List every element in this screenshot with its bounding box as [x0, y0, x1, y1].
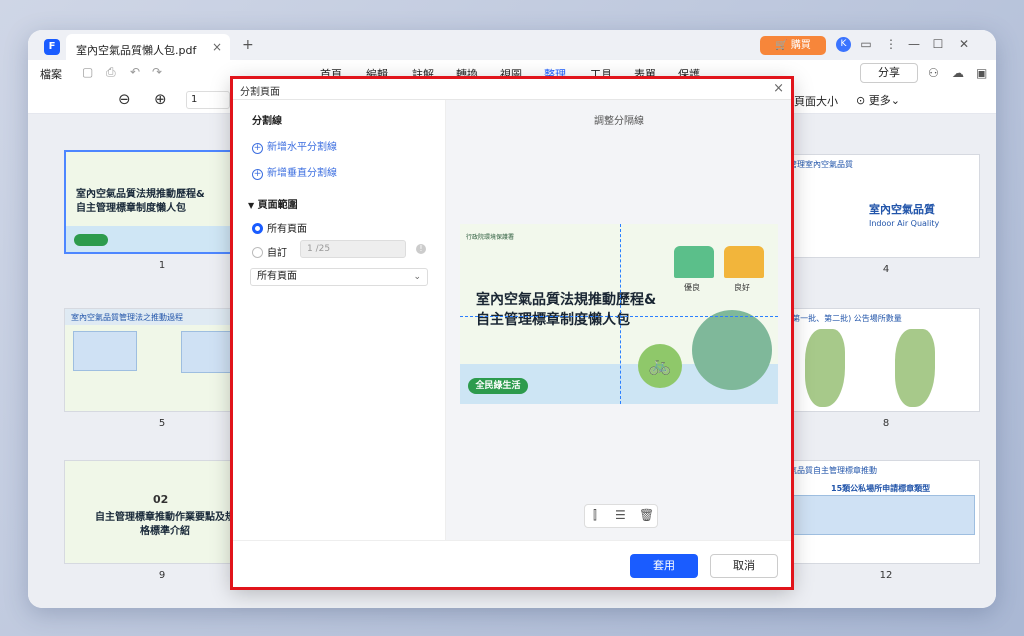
split-line-tools: ⫿ ☰ 🗑 [584, 504, 658, 528]
page-label-8: 8 [882, 418, 890, 429]
thumbnail-title: (第一批、第二批) 公告場所數量 [789, 314, 902, 323]
thumbnail-title: 管理室內空氣品質 [789, 160, 853, 169]
thumbnail-page-12[interactable]: 氣品質自主管理標章推動 15類公私場所申請標章類型 [784, 460, 980, 564]
collapse-icon: ▼ [248, 201, 255, 210]
more-vertical-icon[interactable]: ⋮ [883, 37, 899, 51]
radio-selected-icon [252, 223, 263, 234]
thumbnail-map [895, 329, 935, 407]
page-label-1: 1 [158, 260, 166, 271]
dialog-header: 分割頁面 × [232, 78, 792, 100]
page-label-9: 9 [158, 570, 166, 581]
page-label-4: 4 [882, 264, 890, 275]
thumbnail-subtitle-en: Indoor Air Quality [869, 219, 940, 228]
dialog-title: 分割頁面 [240, 87, 280, 98]
radio-all-pages[interactable]: 所有頁面 [252, 220, 307, 235]
house-label-1: 優良 [684, 283, 700, 292]
preview-org: 行政院環境保護署 [466, 234, 515, 241]
thumbnail-tag [74, 234, 108, 246]
page-size-button[interactable]: 頁面大小 [794, 93, 838, 109]
thumbnail-page-5[interactable]: 室內空氣品質管理法之推動過程 [64, 308, 260, 412]
house-label-2: 良好 [734, 283, 750, 292]
redo-icon[interactable]: ↷ [152, 65, 162, 79]
buy-button[interactable]: 🛒 購買 [760, 36, 826, 55]
maximize-icon[interactable]: ☐ [930, 37, 946, 51]
vertical-split-icon[interactable]: ⫿ [593, 508, 597, 523]
message-icon[interactable]: ▭ [858, 37, 874, 51]
add-vertical-line-button[interactable]: + 新增垂直分割線 [252, 164, 337, 180]
print-icon[interactable]: ⎙ [106, 65, 116, 80]
apply-button[interactable]: 套用 [630, 554, 698, 578]
info-icon: ! [416, 244, 426, 254]
cloud-upload-icon[interactable]: ☁ [952, 66, 964, 80]
more-icon: ⊙ [856, 94, 866, 107]
panel-icon[interactable]: ▣ [976, 66, 987, 80]
custom-range-input[interactable]: 1 /25 [300, 240, 406, 258]
thumbnail-title: 室內空氣品質管理法之推動過程 [71, 313, 183, 322]
page-label-12: 12 [879, 570, 893, 581]
delete-icon[interactable]: 🗑 [639, 508, 654, 522]
vertical-split-line[interactable] [620, 224, 621, 404]
bicycle-icon: 🚲 [638, 344, 682, 388]
split-lines-title: 分割線 [252, 116, 282, 127]
preview-title: 室內空氣品質法規推動歷程& 自主管理標章制度懶人包 [476, 292, 657, 328]
preview-tag: 全民綠生活 [468, 378, 528, 394]
minimize-icon[interactable]: — [906, 37, 922, 51]
radio-unselected-icon [252, 247, 263, 258]
page-range-title[interactable]: ▼ 頁面範圍 [248, 196, 298, 211]
close-window-icon[interactable]: ✕ [956, 37, 972, 51]
thumbnail-number: 02 [153, 493, 169, 506]
add-tab-icon[interactable]: + [242, 37, 254, 53]
split-pages-dialog: 分割頁面 × 分割線 + 新增水平分割線 + 新增垂直分割線 ▼ 頁面範圍 所有頁面… [232, 78, 792, 588]
undo-icon[interactable]: ↶ [130, 65, 140, 79]
thumbnail-page-4[interactable]: 管理室內空氣品質 室內空氣品質 Indoor Air Quality [784, 154, 980, 258]
thumbnail-block [73, 331, 137, 371]
horizontal-split-icon[interactable]: ☰ [615, 508, 626, 522]
plus-icon: + [252, 143, 263, 154]
thumbnail-title: 氣品質自主管理標章推動 [789, 466, 877, 475]
zoom-out-icon[interactable]: ⊖ [118, 90, 131, 108]
page-number-input[interactable]: 1 [186, 91, 230, 109]
thumbnail-page-9[interactable]: 02 自主管理標章推動作業要點及規 格標準介紹 [64, 460, 260, 564]
thumbnail-title: 自主管理標章推動作業要點及規 格標準介紹 [95, 512, 235, 537]
save-icon[interactable]: ▢ [82, 65, 93, 79]
page-subset-select[interactable]: 所有頁面 ⌄ [250, 268, 428, 286]
thumbnail-subtitle: 15類公私場所申請標章類型 [831, 484, 931, 493]
avatar[interactable]: K [836, 37, 851, 52]
more-button[interactable]: ⊙ 更多⌄ [856, 92, 900, 108]
thumbnail-block [789, 495, 975, 535]
preview-panel: 調整分隔線 行政院環境保護署 優良 良好 室內空氣品質法規推動歷程& 自主管理標… [446, 100, 792, 540]
close-tab-icon[interactable]: × [212, 40, 222, 54]
plus-icon: + [252, 169, 263, 180]
app-logo-icon: F [44, 39, 60, 55]
page-preview: 行政院環境保護署 優良 良好 室內空氣品質法規推動歷程& 自主管理標章制度懶人包… [460, 224, 778, 404]
zoom-in-icon[interactable]: ⊕ [154, 90, 167, 108]
thumbnail-subtitle: 室內空氣品質 [869, 203, 935, 216]
add-horizontal-line-button[interactable]: + 新增水平分割線 [252, 138, 337, 154]
document-tab-label: 室內空氣品質懶人包.pdf [76, 44, 197, 57]
house-yellow-icon [724, 246, 764, 278]
thumbnail-title: 室內空氣品質法規推動歷程& 自主管理標章制度懶人包 [76, 189, 205, 214]
thumbnail-page-1[interactable]: 室內空氣品質法規推動歷程& 自主管理標章制度懶人包 [64, 150, 260, 254]
cancel-button[interactable]: 取消 [710, 554, 778, 578]
document-tab[interactable]: 室內空氣品質懶人包.pdf × [66, 34, 230, 60]
share-button[interactable]: 分享 [860, 63, 918, 83]
chevron-down-icon: ⌄ [413, 272, 421, 282]
house-green-icon [674, 246, 714, 278]
split-settings-panel: 分割線 + 新增水平分割線 + 新增垂直分割線 ▼ 頁面範圍 所有頁面 自訂 1 /… [232, 100, 446, 540]
dialog-close-icon[interactable]: × [773, 81, 784, 96]
dialog-footer: 套用 取消 [232, 540, 792, 588]
horizontal-split-line[interactable] [460, 316, 778, 317]
thumbnail-page-8[interactable]: (第一批、第二批) 公告場所數量 [784, 308, 980, 412]
network-icon[interactable]: ⚇ [928, 66, 939, 80]
globe-icon [692, 310, 772, 390]
menu-file[interactable]: 檔案 [40, 66, 62, 82]
adjust-divider-label: 調整分隔線 [594, 116, 644, 127]
radio-custom[interactable]: 自訂 [252, 244, 287, 259]
title-bar: F 室內空氣品質懶人包.pdf × + 🛒 購買 K ▭ ⋮ — ☐ ✕ [28, 30, 996, 60]
thumbnail-map [805, 329, 845, 407]
page-label-5: 5 [158, 418, 166, 429]
